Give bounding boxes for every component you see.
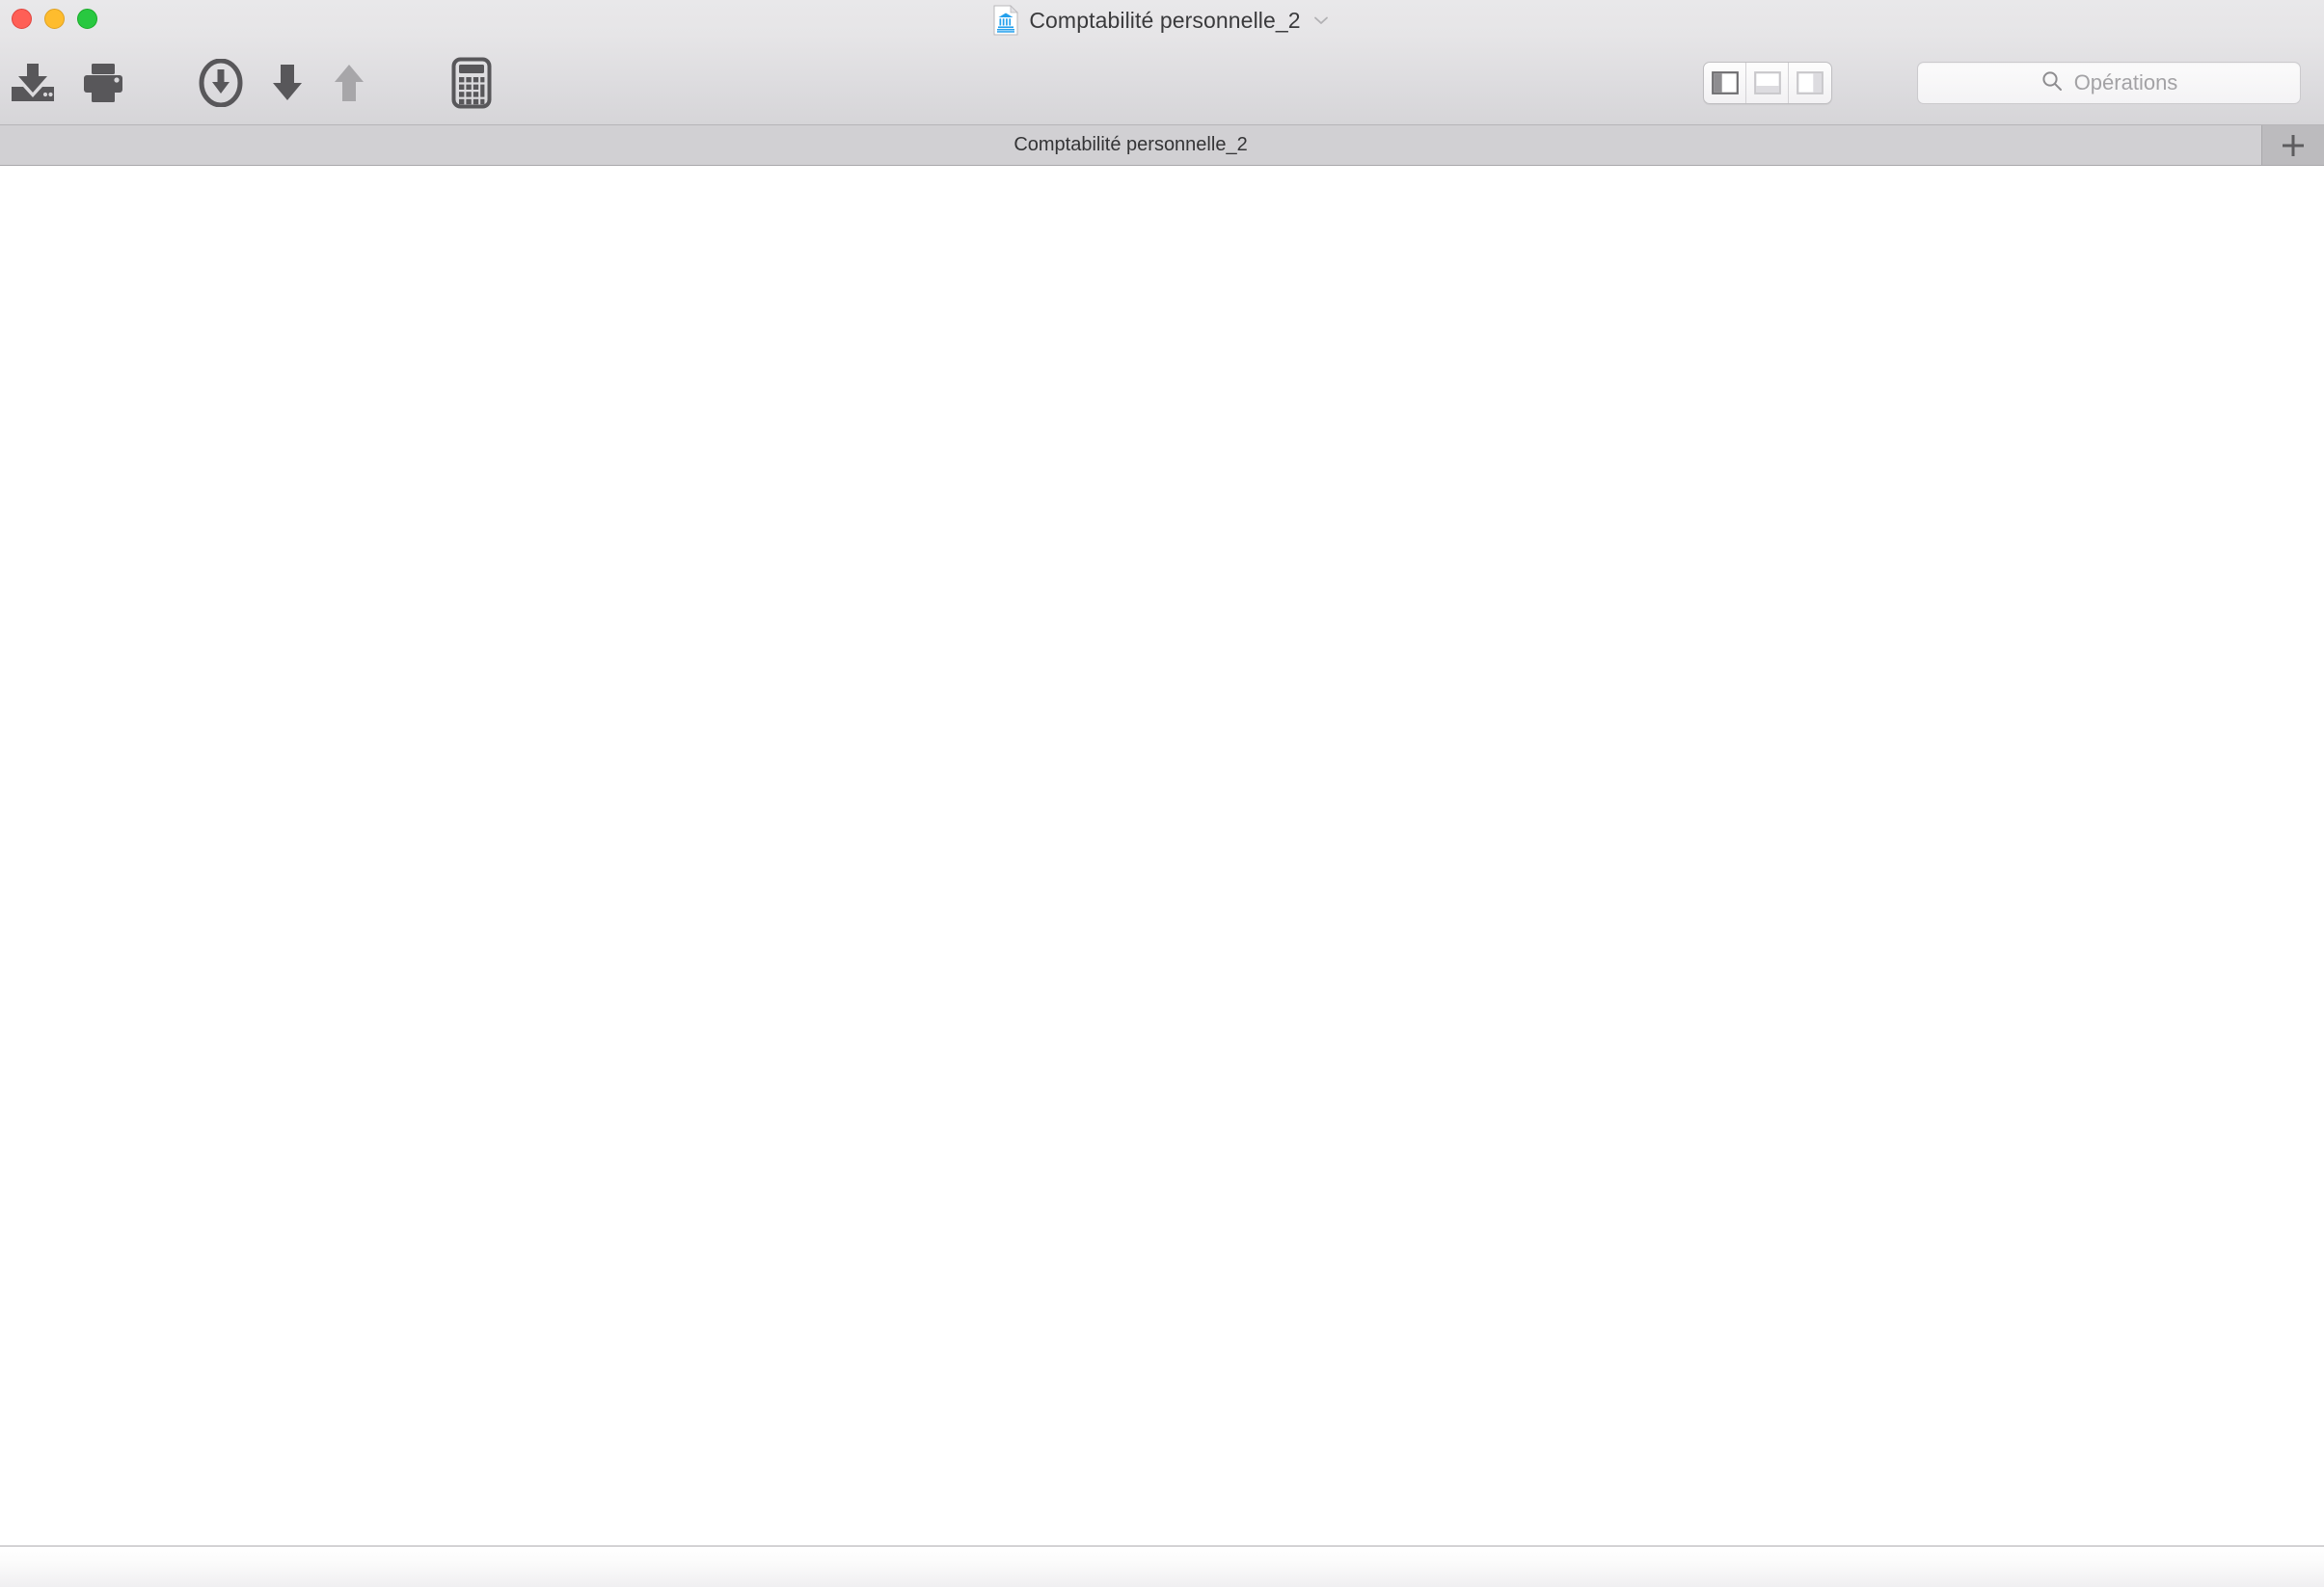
- view-bottom-panel-button[interactable]: [1746, 63, 1789, 103]
- bank-document-icon: [993, 5, 1019, 36]
- sidebar-right-icon: [1797, 71, 1824, 94]
- save-import-button[interactable]: [8, 54, 58, 112]
- print-button[interactable]: [81, 54, 125, 112]
- view-right-sidebar-button[interactable]: [1789, 63, 1831, 103]
- chevron-down-icon[interactable]: [1311, 11, 1331, 30]
- window-title-group: Comptabilité personnelle_2: [0, 0, 2324, 40]
- toolbar: Opérations: [0, 40, 2324, 125]
- sidebar-left-icon: [1711, 71, 1739, 94]
- view-mode-segmented-control[interactable]: [1703, 62, 1832, 104]
- toolbar-group-transfer: [199, 54, 366, 112]
- search-input[interactable]: Opérations: [1917, 62, 2301, 104]
- tab-comptabilite-personnelle-2[interactable]: Comptabilité personnelle_2: [0, 125, 2262, 165]
- move-down-button[interactable]: [270, 54, 305, 112]
- minimize-window-button[interactable]: [44, 9, 65, 29]
- move-up-button[interactable]: [332, 54, 366, 112]
- status-bar: [0, 1546, 2324, 1587]
- search-placeholder: Opérations: [2073, 70, 2178, 94]
- calculator-button[interactable]: [451, 54, 492, 112]
- document-content-area[interactable]: [0, 166, 2324, 1546]
- tab-label: Comptabilité personnelle_2: [1013, 134, 1248, 155]
- add-tab-button[interactable]: [2262, 125, 2324, 165]
- panel-bottom-icon: [1753, 71, 1781, 94]
- tab-bar: Comptabilité personnelle_2: [0, 125, 2324, 166]
- app-window: Comptabilité personnelle_2 Opérations Co…: [0, 0, 2324, 1587]
- view-left-sidebar-button[interactable]: [1704, 63, 1746, 103]
- toolbar-group-tools: [451, 54, 492, 112]
- arrow-down-icon: [270, 61, 305, 105]
- download-circle-button[interactable]: [199, 54, 243, 112]
- printer-icon: [81, 62, 125, 104]
- search-icon: [2040, 69, 2064, 97]
- save-down-into-tray-icon: [8, 62, 58, 104]
- window-title: Comptabilité personnelle_2: [1029, 7, 1301, 33]
- maximize-window-button[interactable]: [77, 9, 97, 29]
- plus-icon: [2279, 131, 2308, 160]
- toolbar-group-file: [8, 54, 125, 112]
- window-controls: [12, 9, 97, 29]
- arrow-up-icon: [332, 61, 366, 105]
- arrow-down-circle-icon: [199, 59, 243, 107]
- close-window-button[interactable]: [12, 9, 32, 29]
- calculator-icon: [451, 57, 492, 109]
- titlebar: Comptabilité personnelle_2 Opérations: [0, 0, 2324, 125]
